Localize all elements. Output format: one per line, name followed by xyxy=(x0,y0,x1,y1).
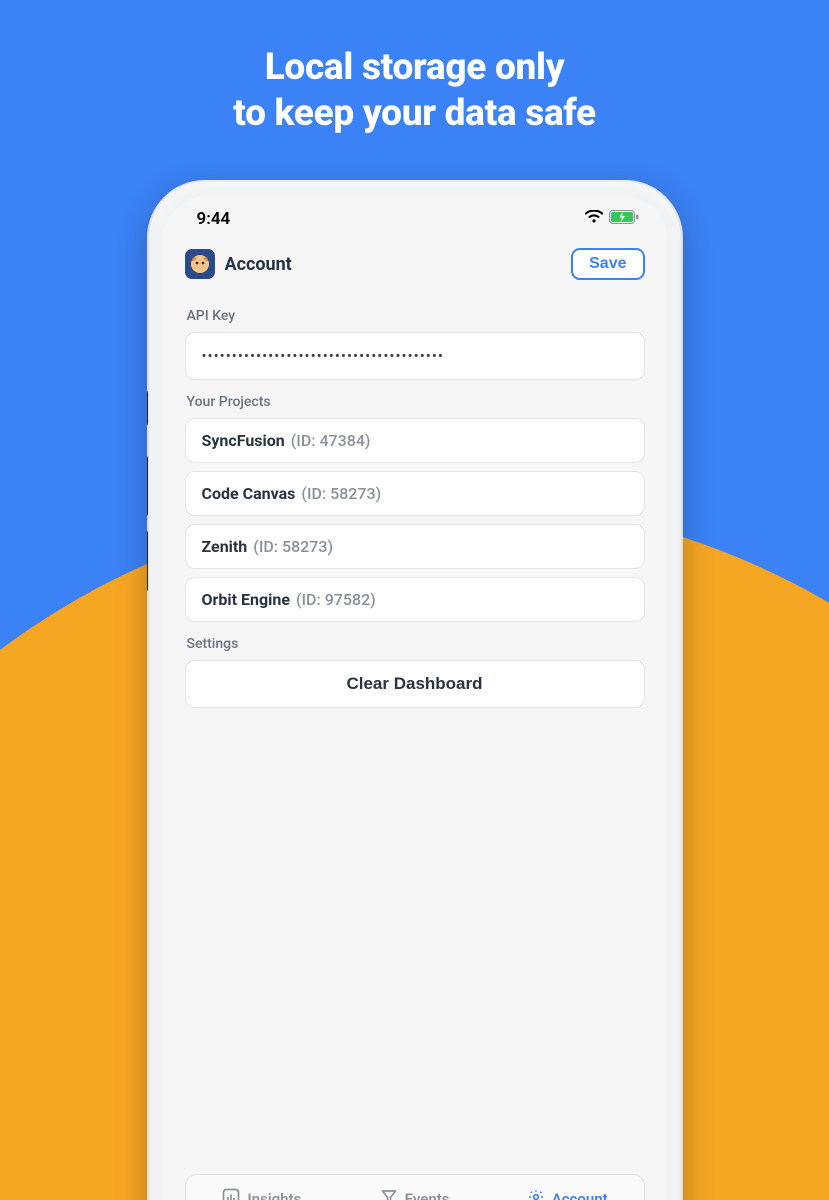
projects-label: Your Projects xyxy=(187,394,643,410)
app-header: Account Save xyxy=(163,242,667,288)
phone-volume-up xyxy=(147,455,148,517)
api-key-label: API Key xyxy=(187,308,643,324)
tab-account[interactable]: Account xyxy=(491,1175,644,1200)
tab-insights[interactable]: Insights xyxy=(186,1175,339,1200)
app-icon xyxy=(185,249,215,279)
project-name: SyncFusion xyxy=(202,431,285,450)
tab-label: Insights xyxy=(247,1190,301,1200)
clear-dashboard-button[interactable]: Clear Dashboard xyxy=(185,660,645,708)
marketing-headline: Local storage only to keep your data saf… xyxy=(0,45,829,138)
save-button[interactable]: Save xyxy=(571,248,644,280)
tab-bar: Insights Events Account xyxy=(185,1174,645,1200)
headline-line-2: to keep your data safe xyxy=(233,92,596,135)
project-name: Orbit Engine xyxy=(202,590,290,609)
project-item[interactable]: Orbit Engine (ID: 97582) xyxy=(185,577,645,622)
page-title: Account xyxy=(225,254,292,275)
battery-icon xyxy=(609,209,639,229)
phone-side-button xyxy=(147,390,148,426)
project-name: Code Canvas xyxy=(202,484,296,503)
project-id: (ID: 58273) xyxy=(253,537,333,556)
api-key-input[interactable]: •••••••••••••••••••••••••••••••••••••••• xyxy=(185,332,645,380)
project-id: (ID: 97582) xyxy=(296,590,376,609)
tab-label: Events xyxy=(405,1190,450,1200)
phone-volume-down xyxy=(147,530,148,592)
project-item[interactable]: Zenith (ID: 58273) xyxy=(185,524,645,569)
project-item[interactable]: Code Canvas (ID: 58273) xyxy=(185,471,645,516)
project-item[interactable]: SyncFusion (ID: 47384) xyxy=(185,418,645,463)
wifi-icon xyxy=(585,209,603,229)
project-id: (ID: 58273) xyxy=(301,484,381,503)
projects-list: SyncFusion (ID: 47384) Code Canvas (ID: … xyxy=(185,418,645,622)
gear-icon xyxy=(527,1188,545,1200)
phone-frame: 9:44 Account Save xyxy=(147,180,683,1200)
project-id: (ID: 47384) xyxy=(291,431,371,450)
headline-line-1: Local storage only xyxy=(265,46,565,89)
content-area: API Key ••••••••••••••••••••••••••••••••… xyxy=(163,288,667,1200)
tab-label: Account xyxy=(552,1190,608,1200)
funnel-icon xyxy=(380,1188,398,1200)
bar-chart-icon xyxy=(222,1188,240,1200)
status-bar: 9:44 xyxy=(163,196,667,242)
settings-label: Settings xyxy=(187,636,643,652)
phone-screen: 9:44 Account Save xyxy=(163,196,667,1200)
tab-events[interactable]: Events xyxy=(338,1175,491,1200)
status-time: 9:44 xyxy=(197,209,231,229)
project-name: Zenith xyxy=(202,537,248,556)
